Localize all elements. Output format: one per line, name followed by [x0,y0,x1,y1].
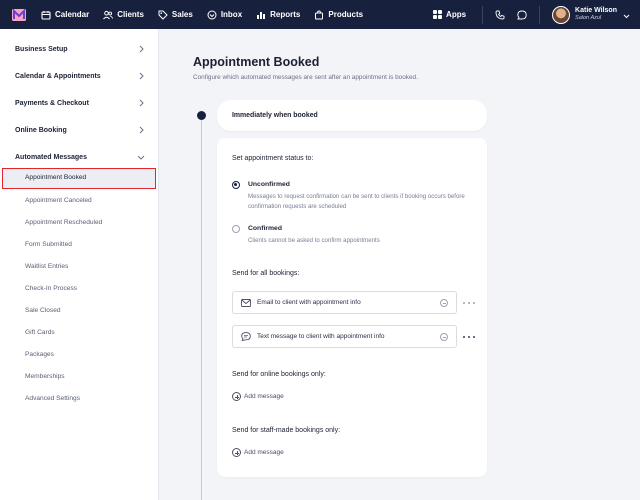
add-message-label: Add message [244,393,284,400]
chevron-right-icon [137,126,145,134]
sidebar-item-form-submitted[interactable]: Form Submitted [25,240,72,250]
chevron-down-icon [623,6,630,24]
message-settings-card: Set appointment status to: Unconfirmed M… [217,138,487,477]
more-options-icon[interactable] [463,333,475,341]
radio-unconfirmed[interactable] [232,181,240,189]
trigger-label: Immediately when booked [232,112,318,119]
user-business: Salon Azul [575,15,602,21]
envelope-icon [241,298,251,308]
sidebar-item-appointment-canceled[interactable]: Appointment Canceled [25,196,92,206]
timeline-dot [197,111,206,120]
sidebar-item-sale-closed[interactable]: Sale Closed [25,306,61,316]
message-label: Text message to client with appointment … [257,333,385,340]
nav-item-products[interactable]: Products [314,9,364,20]
chat-button[interactable] [511,4,533,26]
more-options-icon[interactable] [463,299,475,307]
inbox-icon [207,10,217,20]
message-email-row[interactable]: Email to client with appointment info [232,291,457,314]
sidebar-item-appointment-booked[interactable]: Appointment Booked [2,168,156,189]
brand-logo-icon[interactable] [12,8,26,21]
remove-icon[interactable] [440,298,448,307]
user-menu[interactable]: Katie Wilson Salon Azul [552,5,630,24]
bag-icon [314,9,324,20]
chevron-right-icon [137,45,145,53]
page-title: Appointment Booked [193,55,320,69]
chevron-right-icon [137,99,145,107]
tag-icon [158,10,168,20]
all-bookings-heading: Send for all bookings: [232,270,300,277]
sidebar-section-calendar-appointments[interactable]: Calendar & Appointments [15,69,145,83]
sidebar-item-gift-cards[interactable]: Gift Cards [25,328,55,338]
timeline-line [201,119,202,500]
sidebar-item-advanced-settings[interactable]: Advanced Settings [25,394,80,404]
sidebar-section-label: Calendar & Appointments [15,72,101,80]
user-name: Katie Wilson [575,7,617,14]
nav-item-reports[interactable]: Reports [256,10,300,20]
sidebar-item-check-in-process[interactable]: Check-In Process [25,284,77,294]
sidebar-section-label: Online Booking [15,126,67,134]
sidebar-section-label: Payments & Checkout [15,99,89,107]
sidebar-item-appointment-rescheduled[interactable]: Appointment Rescheduled [25,218,102,228]
remove-icon[interactable] [440,332,448,341]
option-description: Messages to request confirmation can be … [248,193,465,210]
phone-icon [495,10,505,19]
avatar [552,5,571,24]
page-description: Configure which automated messages are s… [193,74,418,81]
nav-item-calendar[interactable]: Calendar [41,10,89,20]
sidebar-item-memberships[interactable]: Memberships [25,372,65,382]
sidebar-section-automated-messages[interactable]: Automated Messages [15,150,145,164]
plus-circle-icon [232,448,241,457]
add-message-staff-button[interactable]: Add message [232,448,284,457]
nav-item-sales[interactable]: Sales [158,10,193,20]
option-title: Confirmed [248,225,282,232]
clients-icon [103,10,114,20]
bar-chart-icon [256,10,266,20]
nav-item-clients[interactable]: Clients [103,10,144,20]
message-text-row[interactable]: Text message to client with appointment … [232,325,457,348]
settings-sidebar: Business Setup Calendar & Appointments P… [0,29,159,500]
sidebar-section-business-setup[interactable]: Business Setup [15,42,145,56]
staff-bookings-heading: Send for staff-made bookings only: [232,427,341,434]
sidebar-section-payments-checkout[interactable]: Payments & Checkout [15,96,145,110]
plus-circle-icon [232,392,241,401]
add-message-online-button[interactable]: Add message [232,392,284,401]
sidebar-section-online-booking[interactable]: Online Booking [15,123,145,137]
chat-bubble-icon [517,10,527,19]
apps-label: Apps [446,10,467,19]
grid-icon [433,10,443,19]
online-bookings-heading: Send for online bookings only: [232,371,326,378]
nav-item-label: Products [328,10,364,19]
option-description: Clients cannot be asked to confirm appoi… [248,237,380,244]
apps-button[interactable]: Apps [433,10,466,19]
nav-item-label: Calendar [55,10,90,19]
phone-button[interactable] [489,4,511,26]
sidebar-section-label: Business Setup [15,45,68,53]
nav-divider [539,5,541,24]
chevron-down-icon [137,153,145,161]
nav-item-label: Reports [270,10,301,19]
sidebar-item-waitlist-entries[interactable]: Waitlist Entries [25,262,68,272]
add-message-label: Add message [244,449,284,456]
sidebar-section-label: Automated Messages [15,153,87,161]
message-label: Email to client with appointment info [257,299,361,306]
nav-item-label: Clients [117,10,144,19]
chevron-right-icon [137,72,145,80]
sidebar-item-label: Appointment Booked [25,174,87,181]
nav-item-inbox[interactable]: Inbox [207,10,242,20]
nav-item-label: Sales [171,10,193,19]
chat-bubble-icon [241,332,251,342]
top-nav: Calendar Clients Sales Inbox Reports Pro… [0,0,640,29]
nav-item-label: Inbox [220,10,243,19]
trigger-card: Immediately when booked [217,100,487,131]
calendar-icon [41,10,51,20]
nav-divider [482,5,484,24]
sidebar-item-packages[interactable]: Packages [25,350,54,360]
option-title: Unconfirmed [248,181,290,188]
radio-confirmed[interactable] [232,225,240,233]
status-heading: Set appointment status to: [232,155,314,162]
